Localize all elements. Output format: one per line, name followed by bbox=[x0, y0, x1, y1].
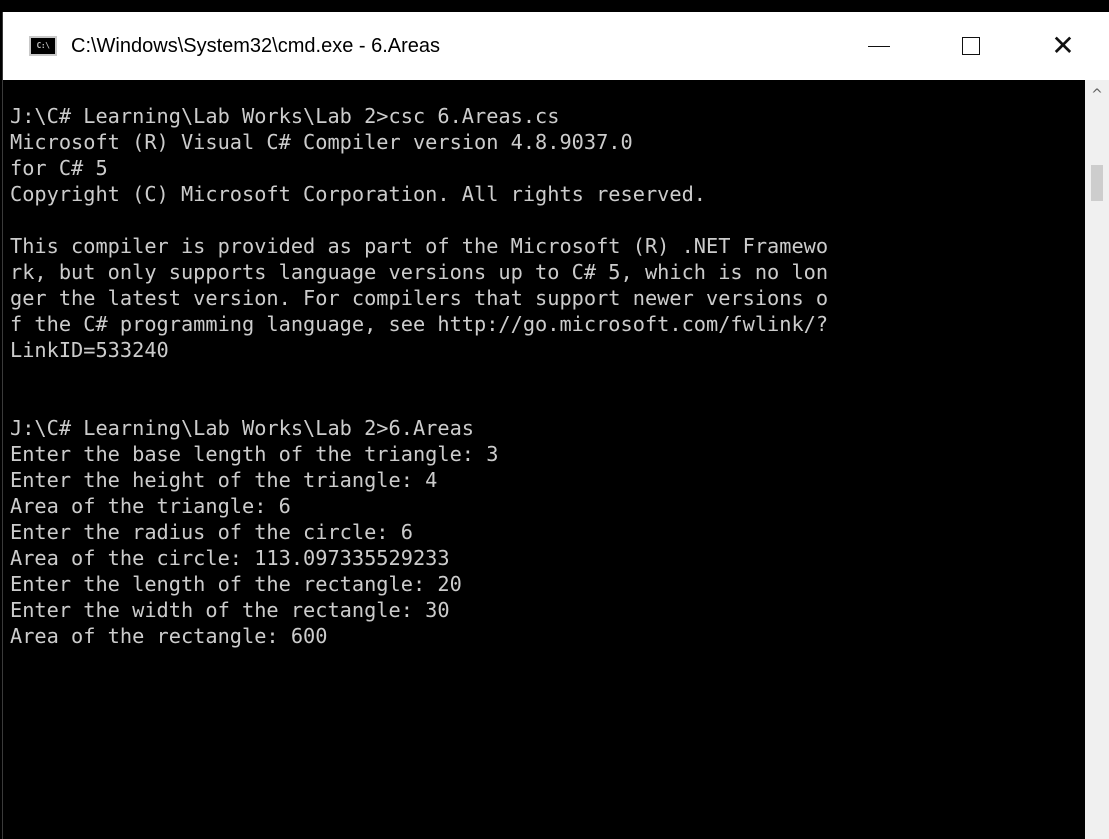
console-line: rk, but only supports language versions … bbox=[10, 260, 829, 284]
console-line: J:\C# Learning\Lab Works\Lab 2>csc 6.Are… bbox=[10, 104, 560, 128]
console-line: Enter the height of the triangle: 4 bbox=[10, 468, 438, 492]
minimize-button[interactable] bbox=[833, 12, 925, 80]
minimize-icon bbox=[868, 45, 890, 47]
console-line: Enter the radius of the circle: 6 bbox=[10, 520, 413, 544]
console-line: LinkID=533240 bbox=[10, 338, 169, 362]
console-line: Enter the base length of the triangle: 3 bbox=[10, 442, 499, 466]
maximize-icon bbox=[962, 37, 980, 55]
window-title: C:\Windows\System32\cmd.exe - 6.Areas bbox=[71, 34, 441, 57]
console-line: for C# 5 bbox=[10, 156, 108, 180]
console-line: ger the latest version. For compilers th… bbox=[10, 286, 829, 310]
console-line: Enter the width of the rectangle: 30 bbox=[10, 598, 450, 622]
console-line: f the C# programming language, see http:… bbox=[10, 312, 829, 336]
scroll-up-arrow-icon[interactable]: ^ bbox=[1085, 80, 1109, 110]
vertical-scrollbar[interactable]: ^ bbox=[1085, 80, 1109, 839]
console-line: Copyright (C) Microsoft Corporation. All… bbox=[10, 182, 706, 206]
console-line: Microsoft (R) Visual C# Compiler version… bbox=[10, 130, 633, 154]
console-line: Enter the length of the rectangle: 20 bbox=[10, 572, 462, 596]
console-line: Area of the triangle: 6 bbox=[10, 494, 291, 518]
window-controls: ✕ bbox=[833, 12, 1109, 80]
title-bar[interactable]: C:\ C:\Windows\System32\cmd.exe - 6.Area… bbox=[3, 12, 1109, 80]
console-line: Area of the circle: 113.097335529233 bbox=[10, 546, 450, 570]
maximize-button[interactable] bbox=[925, 12, 1017, 80]
background-strip bbox=[0, 0, 1109, 12]
scroll-thumb[interactable] bbox=[1091, 165, 1103, 201]
cmd-window: C:\ C:\Windows\System32\cmd.exe - 6.Area… bbox=[2, 12, 1109, 839]
cmd-app-icon[interactable]: C:\ bbox=[29, 36, 57, 56]
console-output[interactable]: J:\C# Learning\Lab Works\Lab 2>csc 6.Are… bbox=[10, 103, 1085, 839]
console-line: Area of the rectangle: 600 bbox=[10, 624, 328, 648]
close-button[interactable]: ✕ bbox=[1017, 12, 1109, 80]
console-line: J:\C# Learning\Lab Works\Lab 2>6.Areas bbox=[10, 416, 474, 440]
close-icon: ✕ bbox=[1051, 29, 1075, 62]
console-line: This compiler is provided as part of the… bbox=[10, 234, 829, 258]
